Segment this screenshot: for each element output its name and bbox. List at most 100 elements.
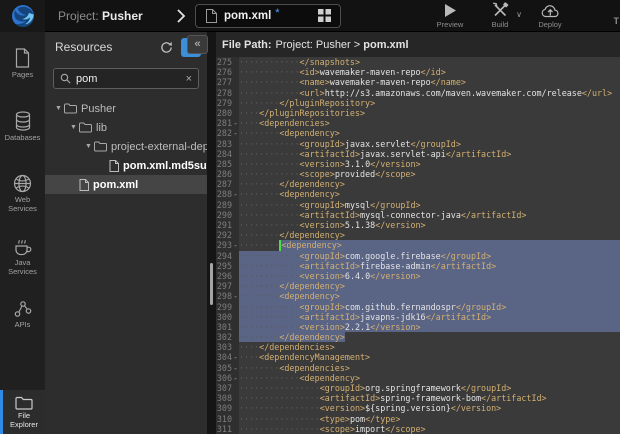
file-tab[interactable]: pom.xml * — [195, 4, 341, 28]
line-content[interactable]: ············<url>http://s3.amazonaws.com… — [239, 88, 620, 98]
code-line[interactable]: 279 ········</pluginRepository> — [216, 98, 620, 108]
code-line[interactable]: 290 ············<artifactId>mysql-connect… — [216, 210, 620, 220]
code-line[interactable]: 300 ············<artifactId>javapns-jdk16… — [216, 312, 620, 322]
line-number[interactable]: 302 — [216, 332, 232, 342]
line-number[interactable]: 286 — [216, 169, 232, 179]
line-number[interactable]: 298 — [216, 291, 232, 301]
code-line[interactable]: 284············<artifactId>javax.servlet… — [216, 149, 620, 159]
line-content[interactable]: ············<groupId>com.github.fernando… — [239, 302, 620, 312]
code-line[interactable]: 309················<version>${spring.ver… — [216, 403, 620, 413]
line-content[interactable]: ················<scope>import</scope> — [239, 424, 620, 434]
line-number[interactable]: 306 — [216, 373, 232, 383]
line-content[interactable]: ············<version>2.2.1</version> — [239, 322, 620, 332]
code-line[interactable]: 306-············<dependency> — [216, 373, 620, 383]
fold-marker[interactable]: - — [232, 373, 239, 383]
wavemaker-logo[interactable] — [0, 0, 45, 32]
line-content[interactable]: ············<scope>provided</scope> — [239, 169, 620, 179]
fold-marker[interactable]: - — [232, 128, 239, 138]
line-number[interactable]: 285 — [216, 159, 232, 169]
expand-arrow-icon[interactable]: ▼ — [68, 124, 79, 131]
line-number[interactable]: 279 — [216, 98, 232, 108]
code-line[interactable]: 282-········<dependency> — [216, 128, 620, 138]
line-number[interactable]: 307 — [216, 383, 232, 393]
line-content[interactable]: ················<artifactId>spring-frame… — [239, 393, 620, 403]
line-number[interactable]: 278 — [216, 88, 232, 98]
deploy-button[interactable]: Deploy — [532, 2, 568, 29]
line-number[interactable]: 275 — [216, 57, 232, 67]
code-line[interactable]: 307················<groupId>org.springfr… — [216, 383, 620, 393]
line-content[interactable]: ············<artifactId>javax.servlet-ap… — [239, 149, 620, 159]
collapse-panel-button[interactable]: « — [187, 35, 208, 54]
code-line[interactable]: 286 ············<scope>provided</scope> — [216, 169, 620, 179]
line-content[interactable]: ····<dependencyManagement> — [239, 352, 620, 362]
line-content[interactable]: ········</dependency> — [239, 281, 620, 291]
code-line[interactable]: 283············<groupId>javax.servlet</g… — [216, 139, 620, 149]
code-line[interactable]: 278 ············<url>http://s3.amazonaws.… — [216, 88, 620, 98]
line-number[interactable]: 282 — [216, 128, 232, 138]
code-line[interactable]: 275 ············</snapshots> — [216, 57, 620, 67]
tree-item-pusher[interactable]: ▼Pusher — [45, 99, 207, 118]
line-number[interactable]: 292 — [216, 230, 232, 240]
line-content[interactable]: ············<groupId>javax.servlet</grou… — [239, 139, 620, 149]
sidebar-item-file-explorer[interactable]: FileExplorer — [0, 390, 45, 434]
line-number[interactable]: 304 — [216, 352, 232, 362]
line-content[interactable]: ····<dependencies> — [239, 118, 620, 128]
line-content[interactable]: ····</dependencies> — [239, 342, 620, 352]
code-line[interactable]: 276············<id>wavemaker-maven-repo<… — [216, 67, 620, 77]
code-line[interactable]: 291············<version>5.1.38</version> — [216, 220, 620, 230]
line-content[interactable]: ············<artifactId>javapns-jdk16</a… — [239, 312, 620, 322]
tree-item-project-external-dependencies[interactable]: ▼project-external-dependencies — [45, 137, 207, 156]
tree-item-pom-xml[interactable]: pom.xml — [45, 175, 207, 194]
line-number[interactable]: 310 — [216, 414, 232, 424]
code-line[interactable]: 296 ············<version>6.4.0</version> — [216, 271, 620, 281]
line-content[interactable]: ············<dependency> — [239, 373, 620, 383]
code-line[interactable]: 295············<artifactId>firebase-admi… — [216, 261, 620, 271]
fold-marker[interactable]: - — [232, 189, 239, 199]
code-line[interactable]: 280 ····</pluginRepositories> — [216, 108, 620, 118]
code-line[interactable]: 285 ············<version>3.1.0</version> — [216, 159, 620, 169]
line-number[interactable]: 287 — [216, 179, 232, 189]
preview-button[interactable]: Preview — [432, 2, 468, 29]
code-area[interactable]: 275 ············</snapshots>276··········… — [216, 57, 620, 434]
line-number[interactable]: 280 — [216, 108, 232, 118]
line-content[interactable]: ········</pluginRepository> — [239, 98, 620, 108]
code-line[interactable]: 305-········<dependencies> — [216, 363, 620, 373]
line-content[interactable]: ········<dependency> — [239, 291, 620, 301]
code-line[interactable]: 292········</dependency> — [216, 230, 620, 240]
line-number[interactable]: 303 — [216, 342, 232, 352]
line-number[interactable]: 300 — [216, 312, 232, 322]
code-line[interactable]: 298-········<dependency> — [216, 291, 620, 301]
line-content[interactable]: ············<artifactId>mysql-connector-… — [239, 210, 620, 220]
line-number[interactable]: 277 — [216, 77, 232, 87]
code-line[interactable]: 299············<groupId>com.github.ferna… — [216, 302, 620, 312]
code-line[interactable]: 301 ············<version>2.2.1</version> — [216, 322, 620, 332]
sidebar-item-databases[interactable]: Databases — [0, 111, 45, 157]
line-content[interactable]: ············</snapshots> — [239, 57, 620, 67]
tree-item-pom-xml-md5sum[interactable]: pom.xml.md5sum — [45, 156, 207, 175]
code-line[interactable]: 297········</dependency> — [216, 281, 620, 291]
line-number[interactable]: 296 — [216, 271, 232, 281]
clear-search-button[interactable]: × — [186, 73, 192, 85]
fold-marker[interactable]: - — [232, 352, 239, 362]
code-line[interactable]: 311················<scope>import</scope> — [216, 424, 620, 434]
line-content[interactable]: ············<groupId>com.google.firebase… — [239, 251, 620, 261]
line-number[interactable]: 301 — [216, 322, 232, 332]
fold-marker[interactable]: - — [232, 291, 239, 301]
line-content[interactable]: ········</dependency> — [239, 179, 620, 189]
code-line[interactable]: 302 ········</dependency> — [216, 332, 620, 342]
line-content[interactable]: ········<dependency> — [239, 128, 620, 138]
line-content[interactable]: ················<version>${spring.versio… — [239, 403, 620, 413]
line-number[interactable]: 293 — [216, 240, 232, 250]
line-content[interactable]: ············<version>3.1.0</version> — [239, 159, 620, 169]
line-content[interactable]: ················<type>pom</type> — [239, 414, 620, 424]
sidebar-item-java-services[interactable]: Java Services — [0, 237, 45, 283]
line-content[interactable]: ····</pluginRepositories> — [239, 108, 620, 118]
expand-arrow-icon[interactable]: ▼ — [53, 105, 64, 112]
code-line[interactable]: 293-········<dependency> — [216, 240, 620, 250]
code-line[interactable]: 281-····<dependencies> — [216, 118, 620, 128]
chevron-down-icon[interactable]: ∨ — [516, 10, 522, 19]
line-content[interactable]: ············<version>6.4.0</version> — [239, 271, 620, 281]
line-content[interactable]: ········</dependency> — [239, 332, 620, 342]
line-number[interactable]: 290 — [216, 210, 232, 220]
line-content[interactable]: ············<version>5.1.38</version> — [239, 220, 620, 230]
